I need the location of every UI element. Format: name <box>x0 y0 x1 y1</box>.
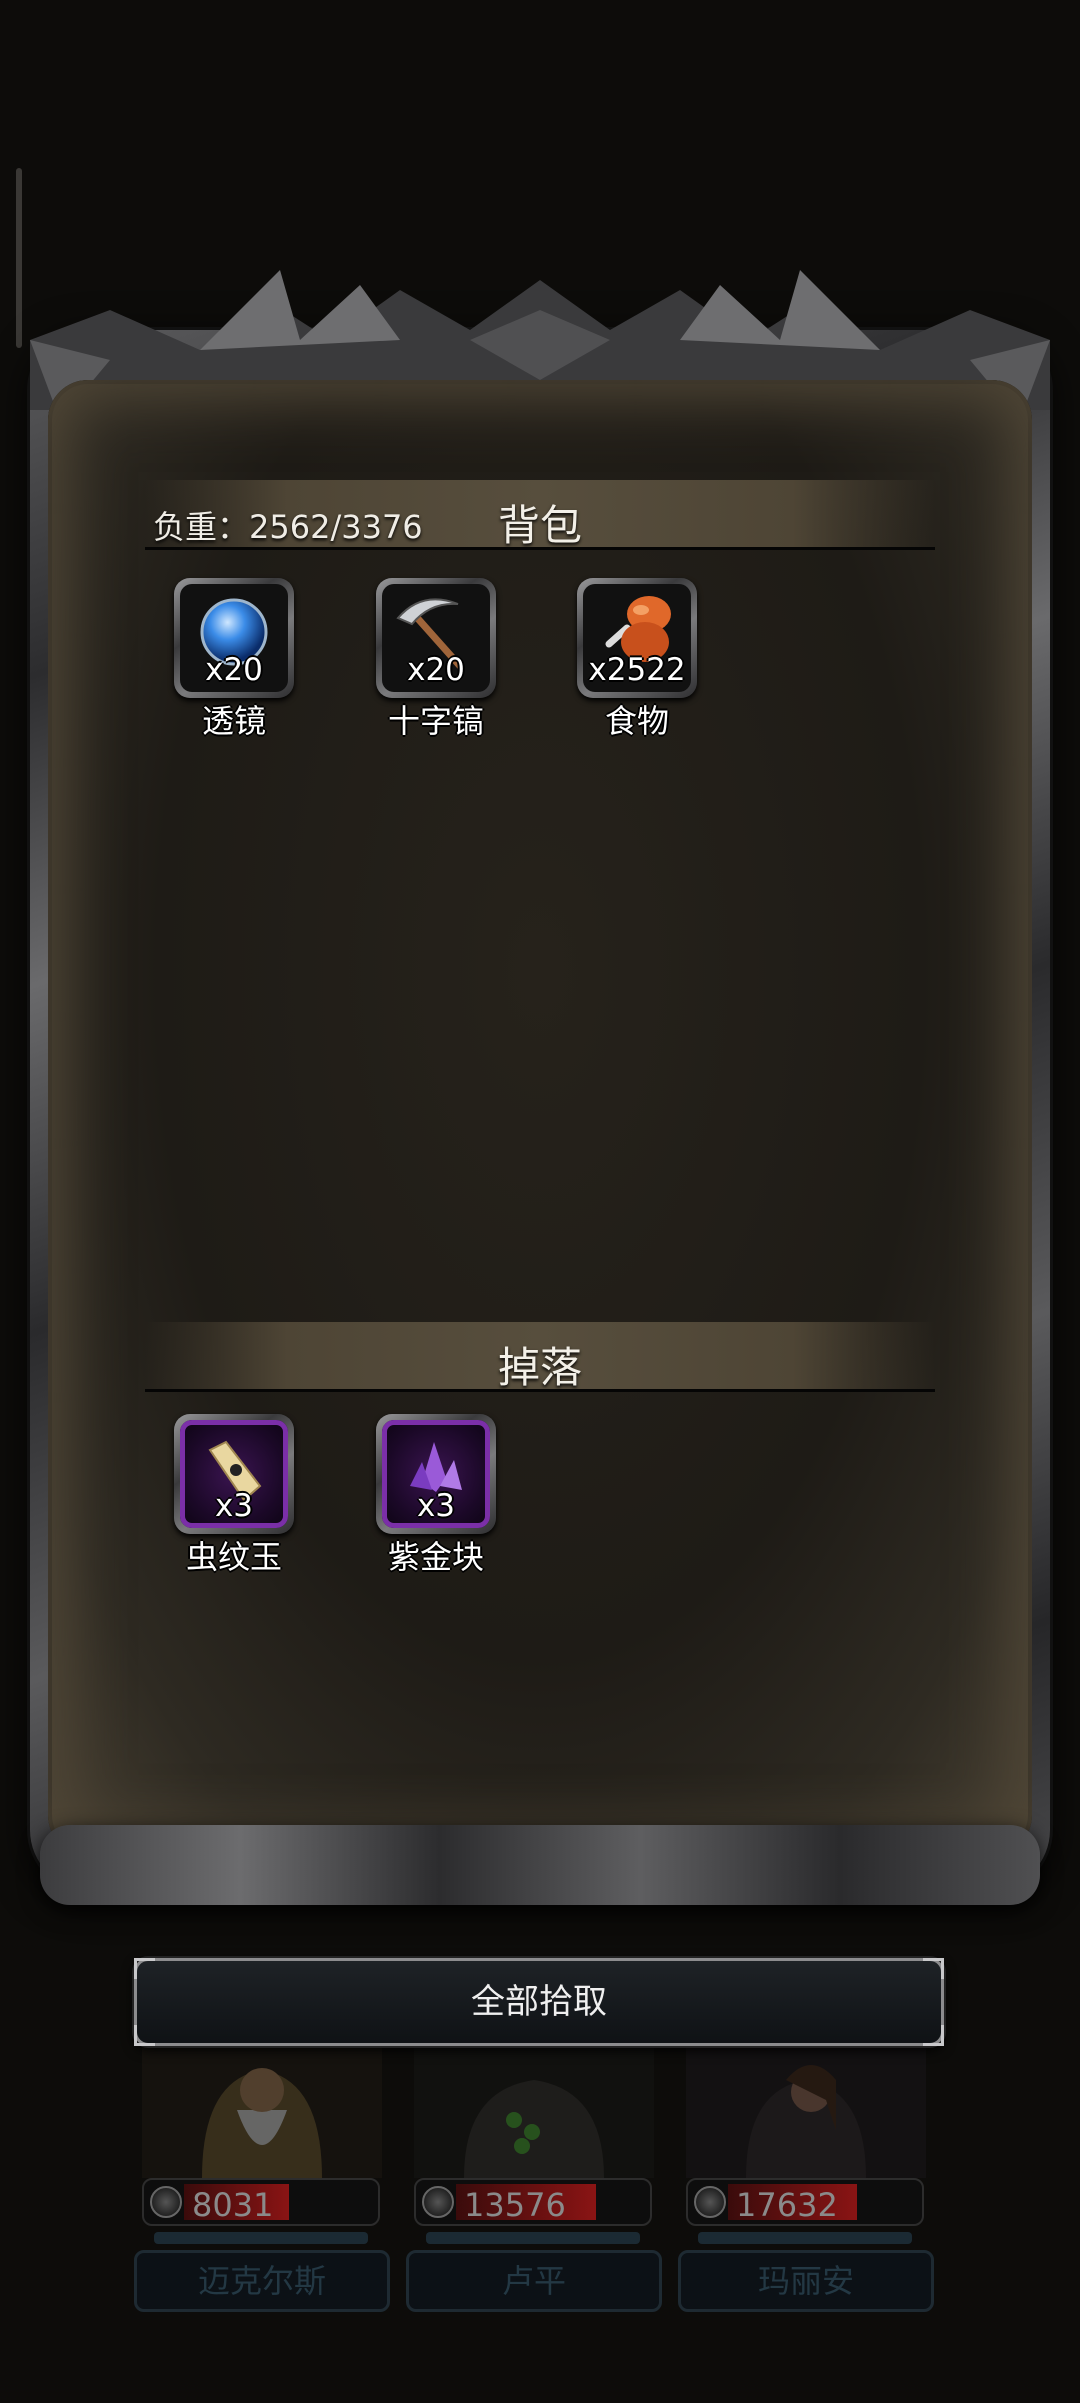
energy-bar <box>154 2232 368 2244</box>
pick-all-button[interactable]: 全部拾取 <box>134 1958 944 2046</box>
hero-name: 玛丽安 <box>678 2250 934 2312</box>
item-count: x20 <box>407 652 465 688</box>
energy-bar <box>426 2232 640 2244</box>
hp-bar: 17632 <box>686 2178 924 2226</box>
hp-bar: 13576 <box>414 2178 652 2226</box>
divider <box>145 1389 935 1392</box>
hp-bar: 8031 <box>142 2178 380 2226</box>
hero-name: 迈克尔斯 <box>134 2250 390 2312</box>
blood-icon <box>150 2186 182 2218</box>
hero-portrait <box>142 2040 382 2178</box>
energy-bar <box>698 2232 912 2244</box>
hp-value: 13576 <box>464 2186 566 2224</box>
pick-all-label: 全部拾取 <box>471 1982 607 2022</box>
item-name: 透镜 <box>201 702 266 740</box>
item-count: x3 <box>214 1488 254 1524</box>
item-name: 十字镐 <box>387 702 484 740</box>
backpack-item-lens[interactable]: x20 透镜 <box>174 578 300 742</box>
hero-portrait <box>414 2040 654 2178</box>
drops-header: 掉落 <box>145 1322 935 1392</box>
hero-name: 卢平 <box>406 2250 662 2312</box>
item-count: x20 <box>205 652 263 688</box>
item-name: 紫金块 <box>387 1538 484 1576</box>
backpack-item-pickaxe[interactable]: x20 十字镐 <box>376 578 502 742</box>
backpack-title: 背包 <box>497 501 582 550</box>
item-count: x2522 <box>588 652 686 688</box>
blood-icon <box>422 2186 454 2218</box>
party-member-card[interactable]: 8031 迈克尔斯 <box>134 2040 390 2320</box>
item-count: x3 <box>416 1488 456 1524</box>
item-name: 虫纹玉 <box>185 1538 282 1576</box>
drops-title: 掉落 <box>497 1343 582 1392</box>
backpack-item-food[interactable]: x2522 食物 <box>577 578 703 742</box>
hp-value: 17632 <box>736 2186 838 2224</box>
drop-item-jade[interactable]: x3 虫纹玉 <box>174 1414 300 1578</box>
hero-portrait <box>686 2040 926 2178</box>
hp-value: 8031 <box>192 2186 274 2224</box>
party-member-card[interactable]: 13576 卢平 <box>406 2040 662 2320</box>
backpack-header: 负重：2562/3376 背包 <box>145 480 935 550</box>
blood-icon <box>694 2186 726 2218</box>
party-member-card[interactable]: 17632 玛丽安 <box>678 2040 934 2320</box>
item-name: 食物 <box>604 702 669 740</box>
panel-bottom-ornament <box>40 1825 1040 1905</box>
divider <box>145 547 935 550</box>
drop-item-purple-gold[interactable]: x3 紫金块 <box>376 1414 502 1578</box>
